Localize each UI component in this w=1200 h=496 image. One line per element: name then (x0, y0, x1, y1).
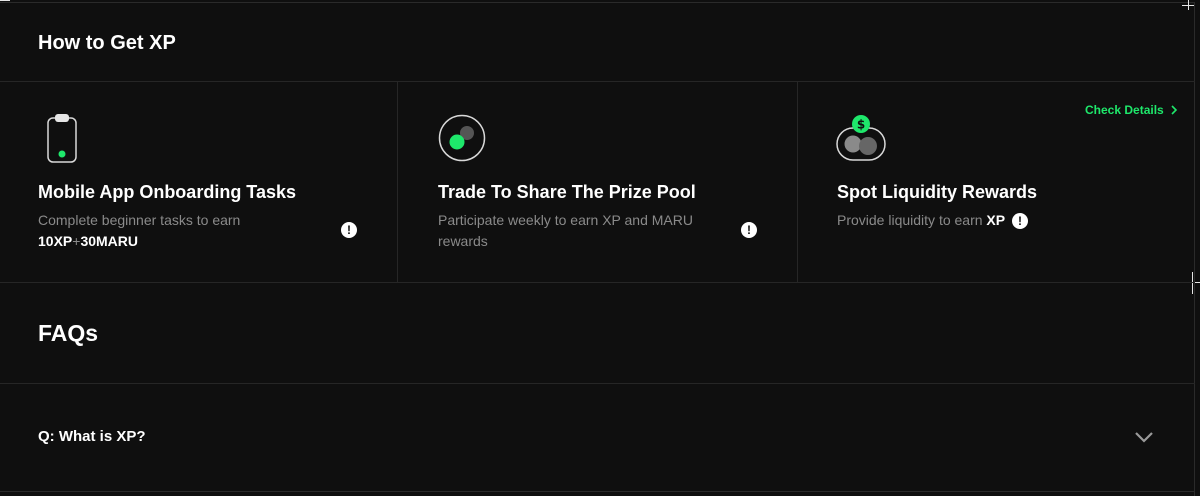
card-title: Mobile App Onboarding Tasks (38, 182, 297, 202)
xp-label: XP (986, 212, 1006, 228)
how-to-get-xp-panel: How to Get XP Mobile App Onboarding Task… (0, 0, 1200, 496)
card-trade-prize-pool[interactable]: Trade To Share The Prize Pool Participat… (398, 82, 797, 282)
xp-reward-amount: 10XP (38, 233, 73, 249)
chevron-down-icon[interactable] (1134, 430, 1154, 449)
card-description-text: Complete beginner tasks to earn (38, 212, 241, 228)
card-title: Trade To Share The Prize Pool (438, 182, 696, 202)
card-description: Complete beginner tasks to earn 10XP+30M… (38, 210, 338, 252)
info-icon[interactable]: ! (741, 222, 757, 238)
maru-reward-amount: 30MARU (80, 233, 139, 249)
card-description: Participate weekly to earn XP and MARU r… (438, 212, 693, 249)
faq-question: Q: What is XP? (38, 428, 146, 445)
card-description-text: Provide liquidity to earn (837, 212, 983, 228)
svg-text:$: $ (857, 118, 865, 132)
corner-mark-top-left (0, 0, 10, 1)
card-mobile-onboarding[interactable]: Mobile App Onboarding Tasks Complete beg… (0, 82, 397, 282)
card-description: Provide liquidity to earn XP (837, 210, 1137, 231)
liquidity-coins-icon: $ (836, 114, 888, 167)
faqs-title: FAQs (38, 320, 99, 346)
prize-pool-icon (438, 114, 486, 167)
info-icon[interactable]: ! (1012, 213, 1028, 229)
check-details-label: Check Details (1085, 103, 1164, 117)
corner-mark-top-right-v (1188, 0, 1189, 10)
panel-right-border (1194, 2, 1195, 496)
how-to-get-xp-title: How to Get XP (38, 32, 176, 54)
faq-item[interactable]: Q: What is XP? (0, 384, 1194, 491)
check-details-link[interactable]: Check Details (1085, 103, 1178, 118)
panel-top-border (0, 2, 1195, 3)
panel-bottom-border (0, 491, 1195, 492)
card-title: Spot Liquidity Rewards (837, 182, 1038, 202)
info-icon[interactable]: ! (341, 222, 357, 238)
chevron-right-icon (1170, 104, 1178, 118)
mobile-phone-icon (44, 112, 80, 169)
cards-divider (0, 282, 1195, 283)
